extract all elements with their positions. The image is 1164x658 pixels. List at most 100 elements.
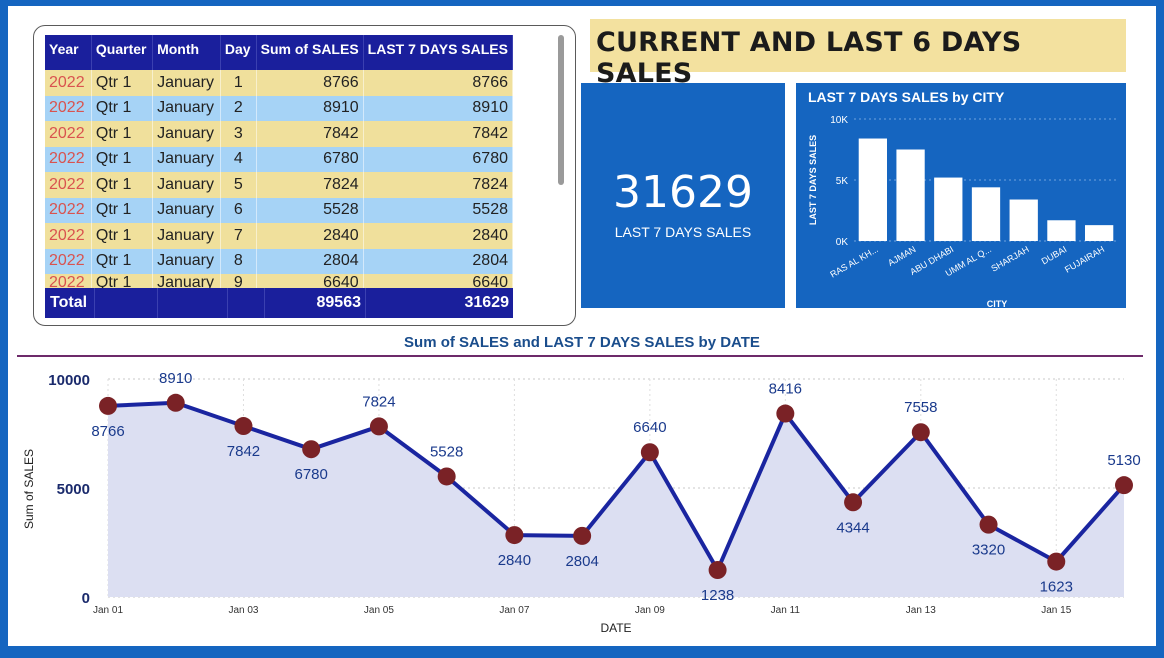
line-x-tick-label: Jan 15 [1041, 605, 1071, 616]
line-chart-marker [708, 561, 727, 580]
date-line-chart[interactable]: 0 5000 10000 8766 8910 7842 6780 7824 5528 2840 28… [8, 358, 1156, 638]
cell-quarter: Qtr 1 [91, 70, 154, 96]
table-total-row: Total 89563 31629 [45, 288, 513, 318]
column-header-quarter[interactable]: Quarter [91, 35, 154, 70]
line-data-label: 8766 [91, 423, 124, 440]
line-data-label: 8910 [159, 370, 192, 387]
cell-quarter: Qtr 1 [91, 197, 154, 223]
cell-month: January [152, 172, 221, 198]
cell-year: 2022 [45, 248, 92, 274]
city-bar [1047, 220, 1076, 241]
report-title-banner: CURRENT AND LAST 6 DAYS SALES [590, 19, 1126, 89]
city-bar [934, 177, 963, 241]
line-data-label: 7824 [362, 393, 395, 410]
table-body: 2022 Qtr 1 January 1 8766 8766 2022 Qtr 1 Januar… [45, 70, 513, 295]
line-chart-marker [166, 393, 185, 412]
line-data-label: 2804 [565, 553, 598, 570]
line-x-tick-label: Jan 09 [635, 605, 665, 616]
city-x-tick-label: DUBAI [1040, 244, 1069, 266]
line-x-axis-label: DATE [600, 621, 631, 635]
line-chart-marker [505, 526, 524, 545]
total-divider [365, 288, 366, 318]
cell-year: 2022 [45, 172, 92, 198]
line-chart-marker [437, 467, 456, 486]
city-bar-chart-card[interactable]: LAST 7 DAYS SALES by CITY 0K 5K 10K LAST 7 D… [796, 83, 1126, 308]
sales-table: Year Quarter Month Day Sum of SALES LAST… [45, 35, 513, 295]
table-row[interactable]: 2022 Qtr 1 January 8 2804 2804 [45, 248, 513, 274]
cell-year: 2022 [45, 223, 92, 249]
city-bar [1085, 225, 1114, 241]
table-row[interactable]: 2022 Qtr 1 January 3 7842 7842 [45, 121, 513, 147]
column-header-last-7-days-sales[interactable]: LAST 7 DAYS SALES [363, 35, 513, 70]
line-data-label: 8416 [769, 381, 802, 398]
cell-last-7-days-sales: 7842 [363, 121, 513, 147]
city-y-tick-label: 10K [830, 115, 848, 126]
cell-last-7-days-sales: 6780 [363, 146, 513, 172]
line-chart-title: Sum of SALES and LAST 7 DAYS SALES by DA… [404, 334, 760, 351]
line-chart-marker [302, 440, 321, 459]
table-row[interactable]: 2022 Qtr 1 January 2 8910 8910 [45, 95, 513, 121]
kpi-value: 31629 [613, 167, 753, 218]
line-data-label: 5528 [430, 443, 463, 460]
column-header-day[interactable]: Day [220, 35, 257, 70]
table-header-row: Year Quarter Month Day Sum of SALES LAST… [45, 35, 513, 70]
cell-sum-of-sales: 6780 [256, 146, 364, 172]
report-canvas: Year Quarter Month Day Sum of SALES LAST… [8, 6, 1156, 646]
total-sum-of-sales: 89563 [316, 294, 362, 311]
cell-year: 2022 [45, 197, 92, 223]
total-last-7-days-sales: 31629 [464, 294, 510, 311]
table-row[interactable]: 2022 Qtr 1 January 1 8766 8766 [45, 70, 513, 96]
cell-year: 2022 [45, 95, 92, 121]
cell-sum-of-sales: 7824 [256, 172, 364, 198]
total-divider [264, 288, 265, 318]
table-row[interactable]: 2022 Qtr 1 January 7 2840 2840 [45, 223, 513, 249]
total-divider [94, 288, 95, 318]
line-data-label: 6780 [295, 466, 328, 483]
column-header-year[interactable]: Year [45, 35, 92, 70]
line-chart-divider [17, 355, 1143, 357]
cell-sum-of-sales: 5528 [256, 197, 364, 223]
kpi-label: LAST 7 DAYS SALES [614, 224, 752, 240]
cell-day: 5 [220, 172, 257, 198]
line-x-tick-label: Jan 07 [499, 605, 529, 616]
line-chart-marker [1047, 552, 1066, 571]
line-chart-marker [234, 417, 253, 436]
line-data-label: 4344 [836, 519, 869, 536]
city-x-tick-label: AJMAN [886, 244, 917, 268]
table-row[interactable]: 2022 Qtr 1 January 6 5528 5528 [45, 197, 513, 223]
cell-year: 2022 [45, 70, 92, 96]
sales-table-scroll-area[interactable]: Year Quarter Month Day Sum of SALES LAST… [45, 35, 513, 318]
cell-day: 2 [220, 95, 257, 121]
kpi-card[interactable]: 31629 LAST 7 DAYS SALES [581, 83, 785, 308]
table-row[interactable]: 2022 Qtr 1 January 5 7824 7824 [45, 172, 513, 198]
line-y-axis-label: Sum of SALES [22, 449, 36, 529]
cell-month: January [152, 95, 221, 121]
line-data-label: 5130 [1107, 452, 1140, 469]
cell-last-7-days-sales: 8910 [363, 95, 513, 121]
table-scrollbar[interactable] [558, 35, 564, 185]
cell-year: 2022 [45, 146, 92, 172]
line-chart-marker [844, 493, 863, 512]
cell-day: 6 [220, 197, 257, 223]
cell-year: 2022 [45, 121, 92, 147]
total-label: Total [50, 294, 88, 311]
line-data-label: 7558 [904, 399, 937, 416]
table-row[interactable]: 2022 Qtr 1 January 4 6780 6780 [45, 146, 513, 172]
line-y-tick-label: 0 [82, 590, 90, 607]
line-y-tick-label: 10000 [48, 372, 90, 389]
cell-sum-of-sales: 2840 [256, 223, 364, 249]
cell-last-7-days-sales: 2804 [363, 248, 513, 274]
line-x-tick-label: Jan 13 [906, 605, 936, 616]
column-header-month[interactable]: Month [152, 35, 221, 70]
cell-month: January [152, 223, 221, 249]
total-divider [227, 288, 228, 318]
city-x-tick-label: FUJAIRAH [1063, 244, 1106, 275]
cell-quarter: Qtr 1 [91, 248, 154, 274]
city-y-axis-label: LAST 7 DAYS SALES [808, 135, 818, 225]
line-chart-marker [369, 417, 388, 436]
total-divider [157, 288, 158, 318]
cell-day: 8 [220, 248, 257, 274]
column-header-sum-of-sales[interactable]: Sum of SALES [256, 35, 364, 70]
cell-month: January [152, 146, 221, 172]
line-x-tick-label: Jan 01 [93, 605, 123, 616]
